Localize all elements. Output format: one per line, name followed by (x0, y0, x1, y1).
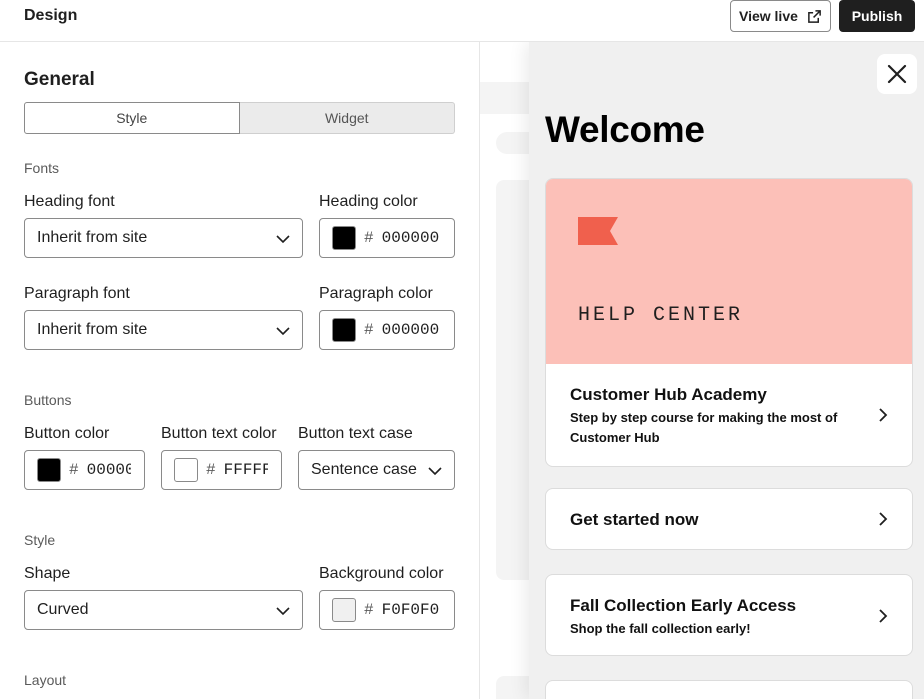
background-color-field[interactable]: # F0F0F0 (319, 590, 455, 630)
chevron-down-icon (276, 235, 290, 244)
card-body: Customer Hub Academy Step by step course… (546, 364, 912, 466)
heading-color-field[interactable]: # 000000 (319, 218, 455, 258)
chevron-right-icon (879, 408, 888, 422)
heading-font-label: Heading font (24, 193, 115, 210)
chevron-right-icon (879, 512, 888, 526)
chevron-down-icon (428, 464, 442, 478)
card-title: Get started now (570, 510, 699, 529)
card-get-started[interactable]: Get started now (545, 488, 913, 550)
button-text-case-label: Button text case (298, 425, 413, 442)
settings-panel: General Style Widget Fonts Heading font … (0, 42, 480, 699)
hash-symbol: # (364, 601, 374, 619)
tab-widget[interactable]: Widget (239, 102, 455, 134)
shape-label: Shape (24, 565, 71, 582)
group-label-fonts: Fonts (24, 160, 60, 176)
top-bar: Design View live Publish (0, 0, 924, 42)
preview-area: Welcome HELP CENTER Customer Hub Academy… (480, 42, 924, 699)
button-text-color-hex: FFFFFF (223, 461, 268, 479)
hash-symbol: # (206, 461, 216, 479)
button-color-swatch[interactable] (37, 458, 61, 482)
section-title-general: General (24, 69, 95, 90)
card-description: Step by step course for making the most … (570, 410, 838, 445)
group-label-layout: Layout (24, 672, 67, 688)
external-link-icon (808, 9, 821, 23)
group-label-buttons: Buttons (24, 392, 72, 408)
shape-value: Curved (37, 601, 89, 618)
button-text-case-value: Sentence case (311, 461, 417, 478)
heading-font-select[interactable]: Inherit from site (24, 218, 303, 258)
card-partial[interactable] (545, 680, 913, 699)
heading-color-hex: 000000 (381, 229, 440, 247)
hero-banner: HELP CENTER (546, 179, 912, 364)
card-body: Fall Collection Early Access Shop the fa… (546, 575, 912, 655)
heading-color-label: Heading color (319, 193, 418, 210)
paragraph-font-label: Paragraph font (24, 285, 130, 302)
paragraph-color-field[interactable]: # 000000 (319, 310, 455, 350)
card-customer-hub-academy[interactable]: HELP CENTER Customer Hub Academy Step by… (545, 178, 913, 467)
button-color-field[interactable]: # 000000 (24, 450, 145, 490)
chevron-down-icon (276, 607, 290, 616)
view-live-button[interactable]: View live (730, 0, 831, 32)
hash-symbol: # (69, 461, 79, 479)
group-label-style: Style (24, 532, 56, 548)
button-color-hex: 000000 (86, 461, 131, 479)
style-widget-toggle: Style Widget (24, 102, 455, 134)
close-icon (887, 64, 907, 84)
button-text-color-swatch[interactable] (174, 458, 198, 482)
button-text-case-select[interactable]: Sentence case (298, 450, 455, 490)
help-center-drawer: Welcome HELP CENTER Customer Hub Academy… (529, 42, 924, 699)
card-description: Shop the fall collection early! (570, 621, 751, 636)
button-text-color-field[interactable]: # FFFFFF (161, 450, 282, 490)
tab-style[interactable]: Style (24, 102, 240, 134)
button-color-label: Button color (24, 425, 110, 442)
hash-symbol: # (364, 321, 374, 339)
chevron-right-icon (879, 609, 888, 623)
paragraph-color-swatch[interactable] (332, 318, 356, 342)
paragraph-color-hex: 000000 (381, 321, 440, 339)
card-title: Customer Hub Academy (570, 385, 767, 404)
background-color-swatch[interactable] (332, 598, 356, 622)
chevron-down-icon (276, 327, 290, 336)
background-color-label: Background color (319, 565, 444, 582)
flag-icon (578, 217, 618, 245)
background-color-hex: F0F0F0 (381, 601, 440, 619)
paragraph-font-select[interactable]: Inherit from site (24, 310, 303, 350)
heading-font-value: Inherit from site (37, 229, 148, 246)
hash-symbol: # (364, 229, 374, 247)
view-live-label: View live (739, 8, 798, 24)
button-text-color-label: Button text color (161, 425, 277, 442)
welcome-heading: Welcome (545, 109, 705, 150)
card-fall-collection[interactable]: Fall Collection Early Access Shop the fa… (545, 574, 913, 656)
paragraph-color-label: Paragraph color (319, 285, 433, 302)
paragraph-font-value: Inherit from site (37, 321, 148, 338)
hero-text: HELP CENTER (578, 304, 744, 327)
shape-select[interactable]: Curved (24, 590, 303, 630)
heading-color-swatch[interactable] (332, 226, 356, 250)
card-title: Fall Collection Early Access (570, 596, 797, 615)
publish-button[interactable]: Publish (839, 0, 915, 32)
card-body: Get started now (546, 489, 912, 549)
page-title: Design (24, 7, 78, 24)
close-button[interactable] (877, 54, 917, 94)
